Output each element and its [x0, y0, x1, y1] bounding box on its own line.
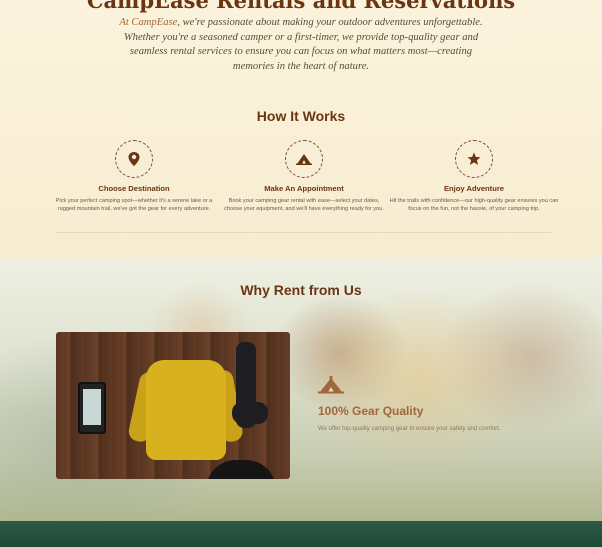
tent-icon — [285, 140, 323, 178]
intro-section: CampEase Rentals and Reservations At Cam… — [0, 0, 602, 258]
star-icon — [455, 140, 493, 178]
step-make-appointment: Make An Appointment Book your camping ge… — [219, 140, 389, 214]
step-title: Enjoy Adventure — [443, 184, 505, 193]
section-divider — [55, 232, 551, 233]
yellow-jacket — [146, 360, 226, 460]
step-description: Book your camping gear rental with ease—… — [224, 198, 384, 213]
feature-description: We offer top-quality camping gear to ens… — [318, 426, 501, 432]
step-description: Hit the trails with confidence—our high-… — [389, 198, 559, 213]
step-description: Pick your perfect camping spot—whether i… — [55, 198, 213, 213]
intro-paragraph: At CampEase, we're passionate about maki… — [110, 16, 492, 74]
page-title: CampEase Rentals and Reservations — [86, 0, 516, 13]
step-title: Make An Appointment — [264, 184, 344, 193]
step-enjoy-adventure: Enjoy Adventure Hit the trails with conf… — [389, 140, 559, 214]
sock-image — [232, 402, 268, 424]
step-title: Choose Destination — [98, 184, 170, 193]
boot-image — [206, 460, 276, 479]
footer-band — [0, 521, 602, 547]
intro-brand: At CampEase — [119, 17, 178, 28]
gear-photo — [56, 332, 290, 479]
location-pin-icon — [115, 140, 153, 178]
intro-text: , we're passionate about making your out… — [123, 17, 483, 72]
feature-title: 100% Gear Quality — [318, 404, 424, 418]
how-it-works-title: How It Works — [256, 108, 346, 124]
why-rent-title: Why Rent from Us — [240, 282, 362, 298]
why-rent-section: Why Rent from Us 100% Gear Quality We of… — [0, 258, 602, 521]
step-choose-destination: Choose Destination Pick your perfect cam… — [49, 140, 219, 214]
tent-icon — [318, 376, 344, 399]
phone-image — [78, 382, 106, 434]
